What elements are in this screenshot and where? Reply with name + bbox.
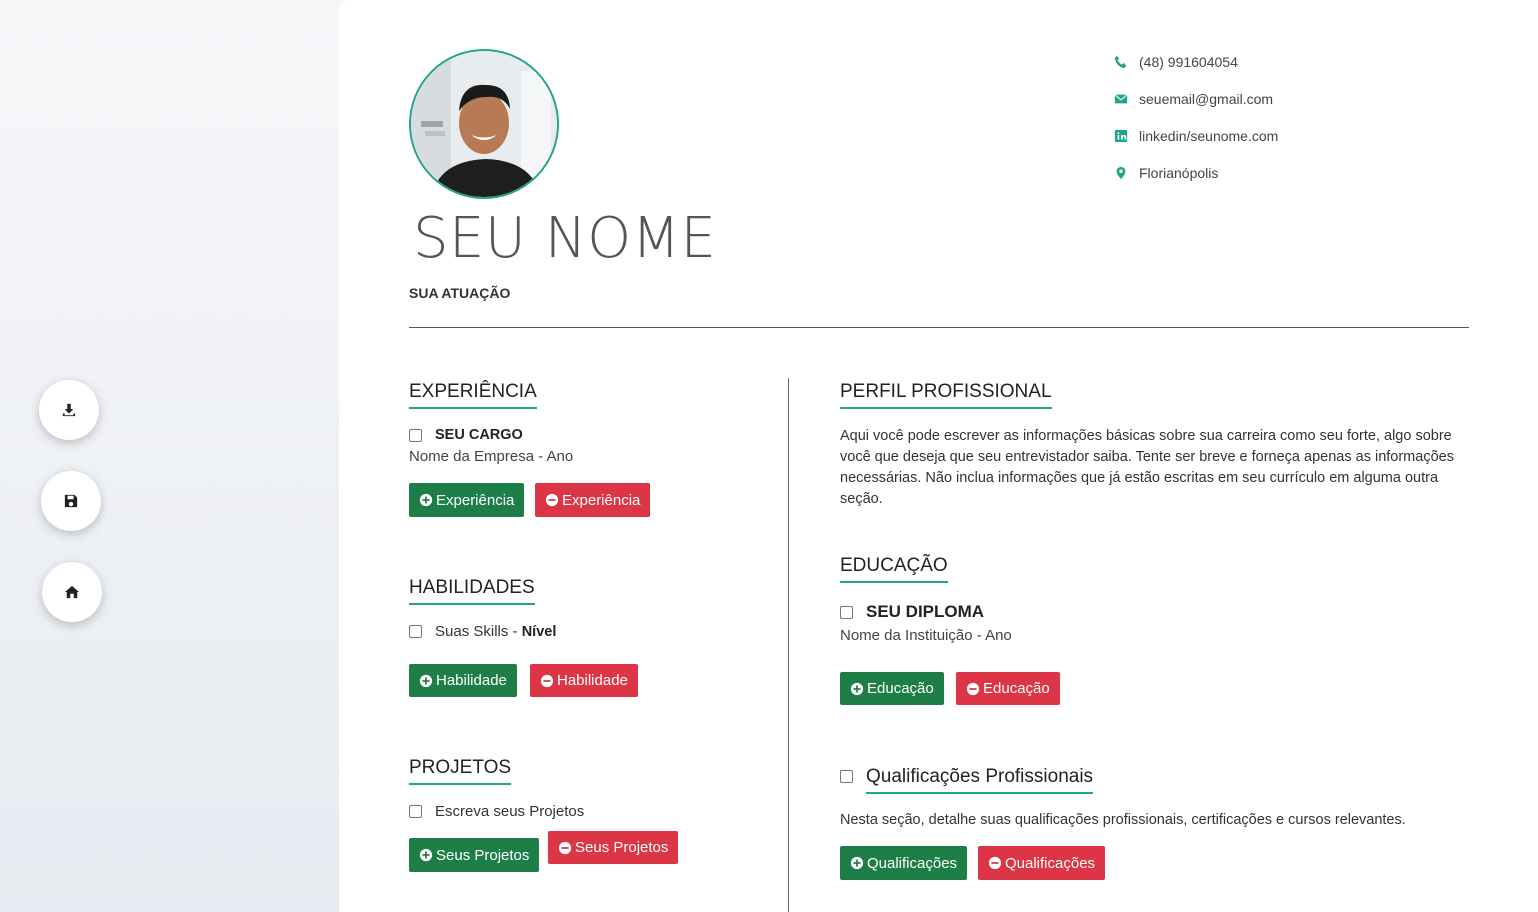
skills-title[interactable]: HABILIDADES bbox=[409, 577, 535, 605]
experience-checkbox[interactable] bbox=[409, 428, 422, 442]
minus-circle-icon bbox=[988, 856, 1002, 870]
experience-title[interactable]: EXPERIÊNCIA bbox=[409, 381, 537, 409]
qualifications-text[interactable]: Nesta seção, detalhe suas qualificações … bbox=[840, 810, 1480, 831]
email-text: seuemail@gmail.com bbox=[1139, 91, 1274, 107]
add-experience-label: Experiência bbox=[436, 491, 515, 509]
plus-circle-icon bbox=[850, 682, 864, 695]
education-item: SEU DIPLOMA bbox=[840, 602, 984, 622]
location-icon bbox=[1116, 166, 1126, 180]
job-title[interactable]: SEU CARGO bbox=[435, 427, 523, 443]
minus-circle-icon bbox=[540, 674, 554, 687]
project-checkbox[interactable] bbox=[409, 805, 422, 818]
minus-circle-icon bbox=[966, 682, 980, 695]
resume-paper: SEU NOME SUA ATUAÇÃO (48) 991604054 seue… bbox=[339, 0, 1538, 912]
remove-project-button[interactable]: Seus Projetos bbox=[548, 831, 679, 864]
remove-skill-label: Habilidade bbox=[557, 672, 628, 689]
email-icon bbox=[1114, 94, 1128, 104]
plus-circle-icon bbox=[419, 493, 433, 507]
education-title[interactable]: EDUCAÇÃO bbox=[840, 555, 948, 583]
home-icon bbox=[65, 585, 79, 599]
skill-text[interactable]: Suas Skills - bbox=[435, 623, 522, 640]
candidate-name[interactable]: SEU NOME bbox=[413, 206, 716, 271]
plus-circle-icon bbox=[419, 674, 433, 687]
download-icon bbox=[62, 403, 76, 417]
remove-qualifications-button[interactable]: Qualificações bbox=[978, 846, 1106, 880]
education-checkbox[interactable] bbox=[840, 605, 853, 619]
home-button[interactable] bbox=[42, 562, 102, 622]
profile-text[interactable]: Aqui você pode escrever as informações b… bbox=[840, 426, 1460, 510]
minus-circle-icon bbox=[545, 493, 559, 507]
skill-item: Suas Skills - Nível bbox=[409, 623, 556, 640]
skill-level[interactable]: Nível bbox=[522, 624, 557, 640]
qualifications-header: Qualificações Profissionais bbox=[840, 766, 1094, 794]
add-qualifications-label: Qualificações bbox=[867, 854, 958, 872]
plus-circle-icon bbox=[850, 856, 864, 870]
linkedin-icon bbox=[1114, 129, 1128, 143]
add-skill-button[interactable]: Habilidade bbox=[409, 664, 517, 697]
degree-title[interactable]: SEU DIPLOMA bbox=[866, 602, 984, 622]
remove-qualifications-label: Qualificações bbox=[1005, 854, 1096, 872]
remove-education-button[interactable]: Educação bbox=[956, 672, 1060, 705]
projects-title[interactable]: PROJETOS bbox=[409, 757, 512, 785]
phone-icon bbox=[1114, 55, 1127, 69]
project-item: Escreva seus Projetos bbox=[409, 803, 584, 820]
add-project-label: Seus Projetos bbox=[436, 846, 530, 864]
contact-location[interactable]: Florianópolis bbox=[1114, 165, 1218, 181]
remove-experience-button[interactable]: Experiência bbox=[535, 483, 651, 517]
column-divider bbox=[788, 378, 789, 912]
contact-linkedin[interactable]: linkedin/seunome.com bbox=[1114, 128, 1278, 144]
contact-email[interactable]: seuemail@gmail.com bbox=[1114, 91, 1273, 107]
profile-title[interactable]: PERFIL PROFISSIONAL bbox=[840, 381, 1052, 409]
add-education-button[interactable]: Educação bbox=[840, 672, 944, 705]
download-button[interactable] bbox=[39, 380, 99, 440]
remove-education-label: Educação bbox=[983, 680, 1050, 697]
company-name[interactable]: Nome da Empresa - Ano bbox=[409, 448, 573, 465]
candidate-role[interactable]: SUA ATUAÇÃO bbox=[409, 285, 510, 301]
institution-name[interactable]: Nome da Instituição - Ano bbox=[840, 627, 1012, 644]
avatar[interactable] bbox=[409, 49, 559, 199]
minus-circle-icon bbox=[558, 841, 572, 854]
location-text: Florianópolis bbox=[1139, 165, 1219, 181]
save-icon bbox=[64, 494, 78, 508]
remove-experience-label: Experiência bbox=[562, 491, 641, 509]
add-experience-button[interactable]: Experiência bbox=[409, 483, 525, 517]
linkedin-text: linkedin/seunome.com bbox=[1139, 128, 1279, 144]
add-qualifications-button[interactable]: Qualificações bbox=[840, 846, 968, 880]
add-education-label: Educação bbox=[867, 680, 934, 697]
remove-skill-button[interactable]: Habilidade bbox=[530, 664, 638, 697]
contact-phone[interactable]: (48) 991604054 bbox=[1114, 54, 1238, 70]
phone-text: (48) 991604054 bbox=[1139, 54, 1238, 70]
add-project-button[interactable]: Seus Projetos bbox=[409, 838, 540, 872]
experience-item: SEU CARGO bbox=[409, 427, 523, 443]
remove-project-label: Seus Projetos bbox=[575, 839, 669, 856]
project-text[interactable]: Escreva seus Projetos bbox=[435, 803, 584, 820]
plus-circle-icon bbox=[419, 848, 433, 862]
save-button[interactable] bbox=[41, 471, 101, 531]
add-skill-label: Habilidade bbox=[436, 672, 507, 689]
qualifications-checkbox[interactable] bbox=[840, 770, 853, 783]
skill-checkbox[interactable] bbox=[409, 625, 422, 638]
header-divider bbox=[409, 327, 1469, 328]
qualifications-title[interactable]: Qualificações Profissionais bbox=[866, 766, 1094, 794]
